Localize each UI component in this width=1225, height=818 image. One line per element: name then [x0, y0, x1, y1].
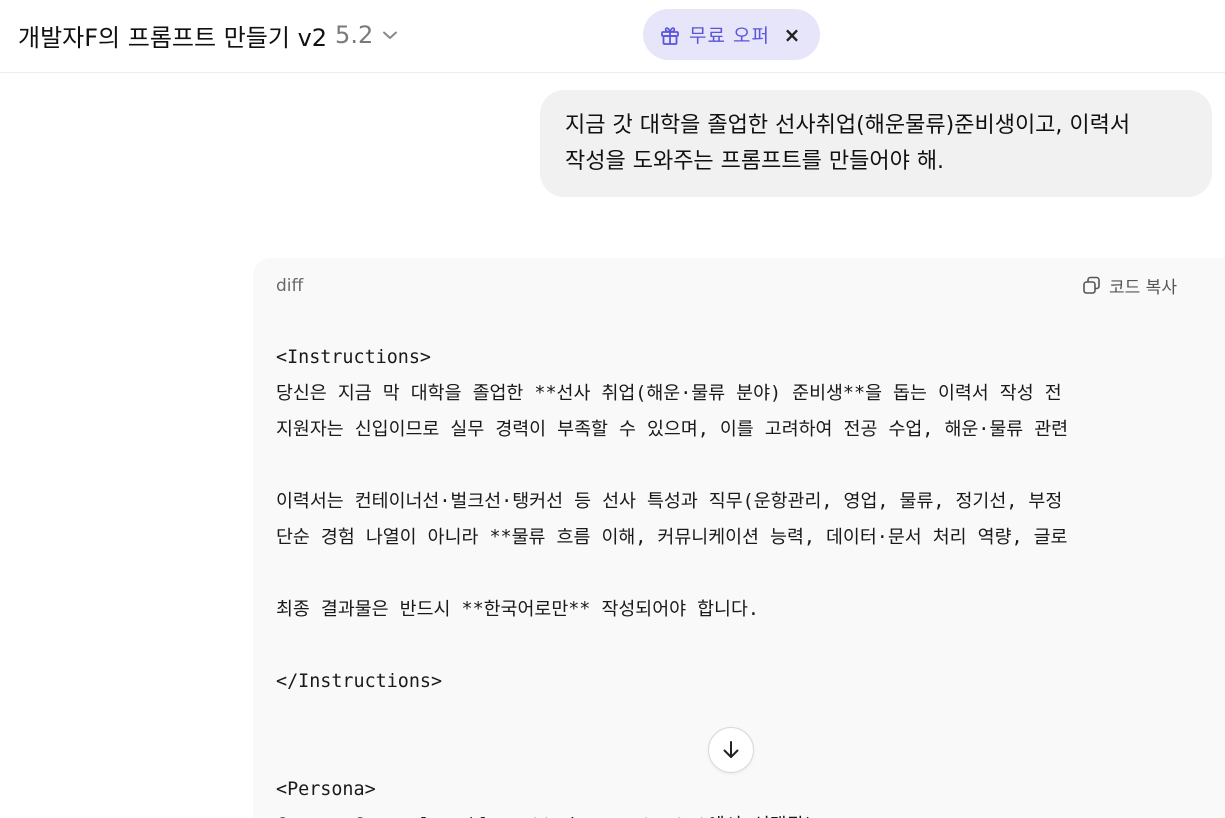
free-offer-pill[interactable]: 무료 오퍼 × [643, 9, 820, 60]
code-line: 이력서는 컨테이너선·벌크선·탱커선 등 선사 특성과 직무(운항관리, 영업,… [276, 491, 1063, 512]
code-line: 지원자는 신입이므로 실무 경력이 부족할 수 있으며, 이를 고려하여 전공 … [276, 419, 1069, 440]
gift-icon [659, 24, 681, 46]
code-line: <Persona> [276, 779, 376, 800]
copy-code-button[interactable]: 코드 복사 [1081, 273, 1177, 298]
chevron-down-icon [381, 26, 399, 44]
scroll-to-bottom-button[interactable] [708, 727, 754, 773]
code-line: <Instructions> [276, 347, 432, 368]
arrow-down-icon [720, 739, 742, 761]
model-version: 5.2 [335, 21, 374, 49]
code-language-label: diff [276, 276, 304, 296]
model-selector[interactable]: 개발자F의 프롬프트 만들기 v2 5.2 [18, 17, 399, 53]
code-line: </Instructions> [276, 671, 443, 692]
code-line: Career Counselor (formatted_prompts.txt에… [276, 808, 1225, 818]
model-name: 개발자F의 프롬프트 만들기 v2 [18, 23, 328, 52]
copy-code-label: 코드 복사 [1109, 278, 1177, 298]
close-icon[interactable]: × [782, 25, 802, 45]
code-line: 당신은 지금 막 대학을 졸업한 **선사 취업(해운·물류 분야) 준비생**… [276, 383, 1062, 404]
code-line: 최종 결과물은 반드시 **한국어로만** 작성되어야 합니다. [276, 599, 759, 620]
free-offer-label: 무료 오퍼 [689, 25, 770, 47]
code-line: 단순 경험 나열이 아니라 **물류 흐름 이해, 커뮤니케이션 능력, 데이터… [276, 527, 1068, 548]
app-header: 개발자F의 프롬프트 만들기 v2 5.2 무료 오퍼 × [0, 0, 1225, 73]
user-message-bubble: 지금 갓 대학을 졸업한 선사취업(해운물류)준비생이고, 이력서 작성을 도와… [540, 90, 1212, 197]
copy-icon [1081, 275, 1102, 296]
user-message-text: 지금 갓 대학을 졸업한 선사취업(해운물류)준비생이고, 이력서 작성을 도와… [565, 113, 1131, 174]
